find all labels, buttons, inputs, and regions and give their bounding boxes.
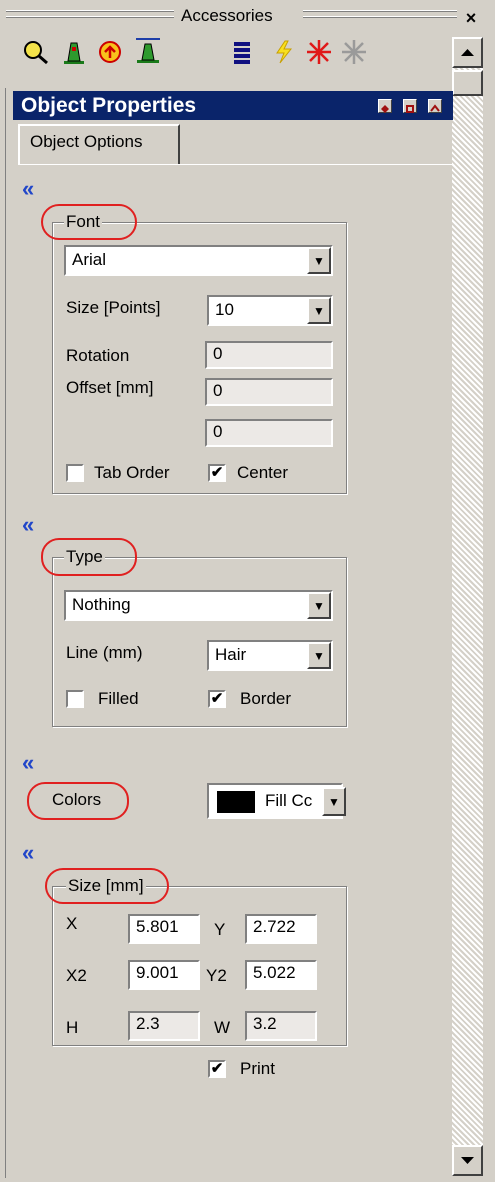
- w-field: 3.2: [245, 1011, 317, 1041]
- tab-object-options[interactable]: Object Options: [18, 124, 180, 164]
- close-icon[interactable]: ×: [459, 9, 483, 29]
- font-size-value: 10: [215, 300, 234, 319]
- size-highlight-circle: [45, 868, 169, 904]
- collapse-size-icon[interactable]: «: [22, 840, 34, 866]
- grip-line: [303, 10, 457, 12]
- border-checkbox[interactable]: ✔: [208, 690, 226, 708]
- line-label: Line (mm): [66, 643, 143, 662]
- h-label: H: [66, 1018, 79, 1037]
- chevron-down-icon[interactable]: ▼: [307, 297, 331, 324]
- type-highlight-circle: [41, 538, 137, 576]
- font-size-label: Size [Points]: [66, 298, 161, 317]
- border-label: Border: [240, 689, 292, 708]
- collapse-font-icon[interactable]: «: [22, 176, 34, 202]
- print-checkbox[interactable]: ✔: [208, 1060, 226, 1078]
- collapse-panel-icon[interactable]: [428, 99, 442, 113]
- scroll-thumb[interactable]: [452, 70, 483, 96]
- accessories-title: Accessories: [175, 6, 279, 26]
- line-value: Hair: [215, 645, 247, 664]
- rotation-field[interactable]: 0: [205, 341, 333, 369]
- tab-divider: [18, 164, 452, 165]
- y2-field[interactable]: 5.022: [245, 960, 317, 990]
- offset-label: Offset [mm]: [66, 378, 154, 397]
- grip-line: [6, 16, 174, 18]
- y-field[interactable]: 2.722: [245, 914, 317, 944]
- x-field[interactable]: 5.801: [128, 914, 200, 944]
- tower-icon[interactable]: [60, 38, 88, 66]
- chevron-down-icon[interactable]: ▼: [322, 787, 346, 816]
- burst-gray-icon[interactable]: [340, 38, 368, 66]
- chevron-down-icon[interactable]: ▼: [307, 642, 331, 669]
- pin-icon[interactable]: [378, 99, 392, 113]
- colors-highlight-circle: [27, 782, 129, 820]
- vertical-scrollbar[interactable]: [452, 37, 483, 1175]
- y-label: Y: [214, 920, 226, 939]
- font-family-value: Arial: [72, 250, 107, 269]
- x2-field[interactable]: 9.001: [128, 960, 200, 990]
- lightning-icon[interactable]: [270, 38, 298, 66]
- w-label: W: [214, 1018, 231, 1037]
- fill-color-swatch: [217, 791, 255, 813]
- scroll-down-button[interactable]: [452, 1145, 483, 1176]
- layers-icon[interactable]: [228, 38, 256, 66]
- burst-red-icon[interactable]: [305, 38, 333, 66]
- offset-x-field[interactable]: 0: [205, 378, 333, 406]
- center-label: Center: [237, 463, 289, 482]
- type-value: Nothing: [72, 595, 131, 614]
- chevron-down-icon[interactable]: ▼: [307, 592, 331, 619]
- h-field: 2.3: [128, 1011, 200, 1041]
- y2-label: Y2: [206, 966, 227, 985]
- x2-label: X2: [66, 966, 87, 985]
- filled-label: Filled: [98, 689, 139, 708]
- filled-checkbox[interactable]: [66, 690, 84, 708]
- collapse-colors-icon[interactable]: «: [22, 750, 34, 776]
- grip-line: [303, 16, 457, 18]
- scroll-up-button[interactable]: [452, 37, 483, 68]
- offset-y-field[interactable]: 0: [205, 419, 333, 447]
- font-highlight-circle: [41, 204, 137, 240]
- tab-order-checkbox[interactable]: [66, 464, 84, 482]
- grip-line: [6, 10, 174, 12]
- tower-resize-icon[interactable]: [134, 36, 162, 64]
- collapse-type-icon[interactable]: «: [22, 512, 34, 538]
- fill-color-label: Fill Cc: [265, 791, 313, 810]
- x-label: X: [66, 914, 78, 933]
- center-checkbox[interactable]: ✔: [208, 464, 226, 482]
- type-select[interactable]: Nothing: [64, 590, 333, 621]
- refresh-icon[interactable]: [96, 38, 124, 66]
- tab-order-label: Tab Order: [94, 463, 170, 482]
- zoom-icon[interactable]: [22, 38, 50, 66]
- panel-title-text: Object Properties: [21, 94, 197, 117]
- font-family-select[interactable]: Arial: [64, 245, 333, 276]
- chevron-down-icon[interactable]: ▼: [307, 247, 331, 274]
- print-label: Print: [240, 1059, 275, 1078]
- rotation-label: Rotation: [66, 346, 130, 365]
- restore-icon[interactable]: [403, 99, 417, 113]
